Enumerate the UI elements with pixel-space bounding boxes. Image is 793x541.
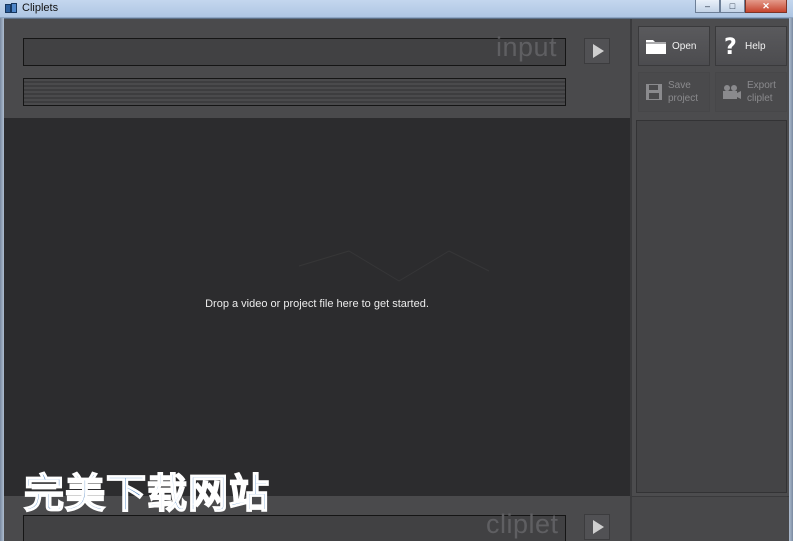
- open-button[interactable]: Open: [638, 26, 710, 66]
- save-label-line1: Save: [668, 80, 691, 91]
- help-button[interactable]: ? Help: [715, 26, 787, 66]
- faint-guide-lines: [298, 250, 490, 282]
- app-client-area: input Drop a video or project file here …: [4, 19, 789, 541]
- play-icon: [593, 520, 604, 534]
- sidebar-bottom-panel: [632, 496, 789, 541]
- export-label-line1: Export: [747, 80, 776, 91]
- cliplet-layers-list[interactable]: [636, 120, 787, 493]
- title-bar: Cliplets – □ ✕: [0, 0, 793, 18]
- export-cliplet-label: Export cliplet: [747, 79, 776, 105]
- drop-hint-text: Drop a video or project file here to get…: [205, 298, 429, 310]
- right-sidebar: Open ? Help Save project Export cliplet: [630, 19, 789, 541]
- app-logo-icon: [5, 3, 18, 14]
- window-title: Cliplets: [22, 2, 59, 14]
- save-project-button[interactable]: Save project: [638, 72, 710, 112]
- export-cliplet-button[interactable]: Export cliplet: [715, 72, 787, 112]
- close-button[interactable]: ✕: [745, 0, 787, 13]
- input-section-label: input: [496, 32, 558, 62]
- input-scrubber[interactable]: [23, 78, 566, 106]
- play-icon: [593, 44, 604, 58]
- open-label: Open: [672, 40, 697, 52]
- folder-icon: [646, 40, 666, 54]
- input-timeline[interactable]: [23, 38, 566, 66]
- floppy-disk-icon: [646, 84, 662, 100]
- play-input-button[interactable]: [584, 38, 610, 64]
- output-section-label: cliplet: [486, 509, 559, 539]
- video-camera-icon: [723, 85, 741, 99]
- export-label-line2: cliplet: [747, 93, 773, 104]
- help-label: Help: [745, 40, 766, 52]
- window-controls: – □ ✕: [695, 0, 787, 13]
- minimize-button[interactable]: –: [695, 0, 720, 13]
- output-timeline[interactable]: [23, 515, 566, 541]
- maximize-button[interactable]: □: [720, 0, 745, 13]
- save-label-line2: project: [668, 93, 699, 104]
- svg-text:?: ?: [724, 35, 737, 57]
- window-frame-right: [789, 18, 793, 541]
- site-watermark-text: 完美下载网站: [23, 471, 270, 517]
- play-output-button[interactable]: [584, 514, 610, 540]
- question-mark-icon: ?: [724, 35, 737, 57]
- save-project-label: Save project: [668, 79, 698, 105]
- video-drop-area[interactable]: Drop a video or project file here to get…: [4, 118, 630, 496]
